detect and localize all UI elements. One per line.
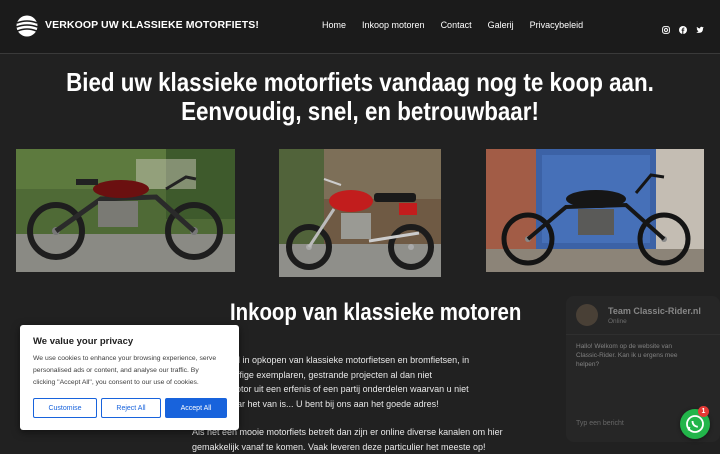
cookie-text-line: personalised ads or content, and analyse… <box>33 365 233 377</box>
section-title: Inkoop van klassieke motoren <box>230 299 468 327</box>
nav-galerij[interactable]: Galerij <box>488 20 514 30</box>
cookie-title: We value your privacy <box>33 336 133 347</box>
chat-status: Online <box>608 318 627 325</box>
site-header: VERKOOP UW KLASSIEKE MOTORFIETS! Home In… <box>0 0 720 54</box>
second-line: Als het een mooie motorfiets betreft dan… <box>192 425 532 440</box>
hero-title-line2: Eenvoudig, snel, en betrouwbaar! <box>50 97 669 126</box>
reject-all-button[interactable]: Reject All <box>101 398 161 418</box>
customise-button[interactable]: Customise <box>33 398 97 418</box>
chat-input[interactable]: Typ een bericht <box>576 420 624 427</box>
instagram-icon[interactable] <box>662 21 670 29</box>
chat-header: Team Classic-Rider.nl Online <box>566 296 720 335</box>
cookie-text-line: We use cookies to enhance your browsing … <box>33 353 233 365</box>
chat-message-line: Classic-Rider. Kan ik u ergens mee <box>576 351 714 360</box>
intro-paragraph: pecialiseerd in opkopen van klassieke mo… <box>192 353 532 411</box>
nav-privacybeleid[interactable]: Privacybeleid <box>530 20 584 30</box>
logo-icon[interactable] <box>16 15 38 37</box>
motorcycle-photo-2 <box>279 149 441 277</box>
nav-inkoop-motoren[interactable]: Inkoop motoren <box>362 20 425 30</box>
chat-message: Hallo! Welkom op de website van Classic-… <box>576 342 714 369</box>
cookie-text-line: clicking "Accept All", you consent to ou… <box>33 377 233 389</box>
cookie-text: We use cookies to enhance your browsing … <box>33 353 233 389</box>
motorcycle-photo-3 <box>486 149 704 272</box>
cookie-consent-banner: We value your privacy We use cookies to … <box>20 325 239 430</box>
intro-line: es weet waar het van is... U bent bij on… <box>192 397 532 412</box>
nav-home[interactable]: Home <box>322 20 346 30</box>
main-nav: Home Inkoop motoren Contact Galerij Priv… <box>322 20 599 30</box>
avatar <box>576 304 598 326</box>
chat-message-line: Hallo! Welkom op de website van <box>576 342 714 351</box>
hero-title-line1: Bied uw klassieke motorfiets vandaag nog… <box>50 68 669 97</box>
hero-title: Bied uw klassieke motorfiets vandaag nog… <box>50 68 669 126</box>
nav-contact[interactable]: Contact <box>441 20 472 30</box>
social-links <box>662 21 704 29</box>
chat-message-line: helpen? <box>576 360 714 369</box>
intro-line: erd. Een motor uit een erfenis of een pa… <box>192 382 532 397</box>
facebook-icon[interactable] <box>679 21 687 29</box>
intro-line: er oude stoffige exemplaren, gestrande p… <box>192 368 532 383</box>
chat-agent-name: Team Classic-Rider.nl <box>608 306 701 316</box>
intro-line: pecialiseerd in opkopen van klassieke mo… <box>192 353 532 368</box>
twitter-icon[interactable] <box>696 21 704 29</box>
notification-badge: 1 <box>698 406 709 417</box>
second-line: gemakkelijk vanaf te komen. Vaak leveren… <box>192 440 532 454</box>
site-brand[interactable]: VERKOOP UW KLASSIEKE MOTORFIETS! <box>45 19 259 31</box>
motorcycle-photo-1 <box>16 149 235 272</box>
accept-all-button[interactable]: Accept All <box>165 398 227 418</box>
